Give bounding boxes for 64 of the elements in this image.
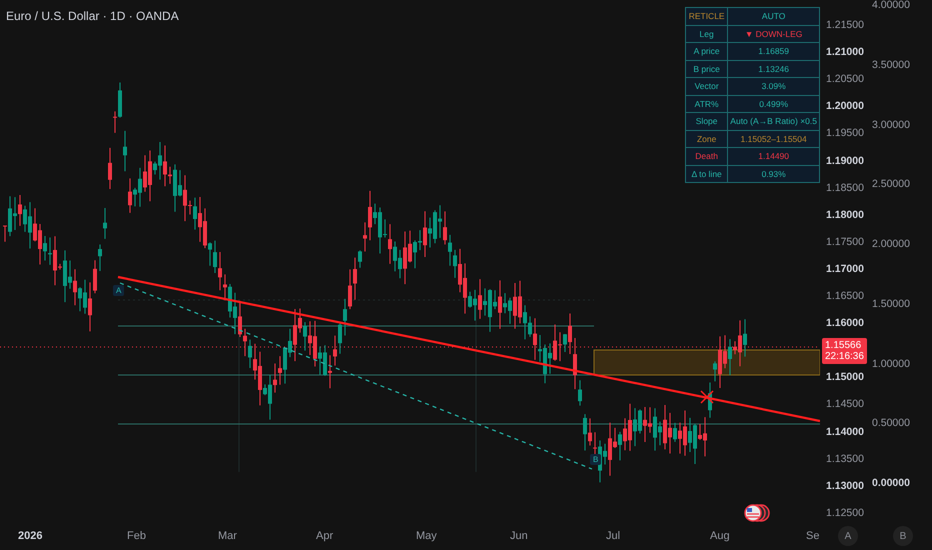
axis-label: 1.20000 [826, 100, 864, 112]
axis-label: 1.17000 [826, 262, 864, 275]
table-cell: Slope [686, 112, 728, 130]
cross-marker-icon [700, 390, 714, 404]
table-cell: ATR% [686, 95, 728, 112]
time-label: Aug [710, 530, 730, 542]
table-cell: Δ to line [686, 165, 728, 182]
table-cell: 1.14490 [728, 148, 820, 165]
axis-label: 2.50000 [872, 178, 910, 190]
table-cell: B price [686, 60, 728, 78]
time-label: Jul [606, 530, 620, 542]
axis-label: 1.14000 [826, 426, 864, 438]
axis-label: 1.16500 [826, 290, 864, 302]
table-cell: 0.499% [728, 95, 820, 112]
axis-label: 1.19000 [826, 154, 864, 166]
axis-label: 1.21000 [826, 46, 864, 58]
point-marker: A [113, 285, 124, 296]
time-label: Se [806, 530, 820, 542]
table-cell: 0.93% [728, 165, 820, 182]
table-cell: Zone [686, 130, 728, 148]
price-tag: 1.15566 22:16:36 [822, 338, 867, 364]
axis-label: 3.50000 [872, 58, 910, 71]
table-cell: Death [686, 148, 728, 165]
table-cell: Vector [686, 78, 728, 95]
axis-label: 1.18000 [826, 208, 864, 221]
axis-label: 1.15000 [826, 371, 864, 384]
time-label: Apr [316, 530, 334, 542]
table-cell: RETICLE [686, 8, 728, 25]
time-label: May [416, 530, 437, 542]
axis-label: 1.00000 [872, 358, 910, 370]
axis-label: 1.50000 [872, 298, 910, 310]
time-label: Feb [127, 530, 146, 542]
axis-label: 1.13000 [826, 480, 864, 492]
axis-button[interactable]: B [893, 526, 913, 546]
axis-label: 0.00000 [872, 477, 910, 489]
table-cell: 3.09% [728, 78, 820, 95]
table-cell: ▼ DOWN-LEG [728, 25, 820, 42]
axis-label: 1.19500 [826, 127, 864, 140]
table-cell: AUTO [728, 8, 820, 25]
axis-label: 1.16000 [826, 317, 864, 330]
axis-label: 1.21500 [826, 19, 864, 31]
axis-label: 3.00000 [872, 118, 910, 130]
table-cell: 1.15052–1.15504 [728, 130, 820, 148]
point-marker: B [590, 454, 602, 465]
table-cell: 1.13246 [728, 60, 820, 78]
axis-label: 1.13500 [826, 452, 864, 465]
flag-badge-icon[interactable] [744, 504, 770, 522]
axis-label: 1.17500 [826, 236, 864, 248]
axis-label: 0.50000 [872, 417, 910, 430]
time-label: 2026 [18, 530, 42, 542]
time-label: Jun [510, 530, 528, 542]
table-cell: A price [686, 42, 728, 60]
axis-label: 1.18500 [826, 182, 864, 194]
axis-label: 1.20500 [826, 73, 864, 86]
chart-title: Euro / U.S. Dollar · 1D · OANDA [6, 9, 179, 23]
axis-label: 1.14500 [826, 398, 864, 410]
axis-label: 4.00000 [872, 0, 910, 11]
axis-button[interactable]: A [838, 526, 858, 546]
axis-label: 1.12500 [826, 506, 864, 519]
axis-label: 2.00000 [872, 238, 910, 250]
table-cell: Auto (A→B Ratio) ×0.5 [728, 112, 820, 130]
table-cell: 1.16859 [728, 42, 820, 60]
time-label: Mar [218, 530, 237, 542]
table-cell: Leg [686, 25, 728, 42]
